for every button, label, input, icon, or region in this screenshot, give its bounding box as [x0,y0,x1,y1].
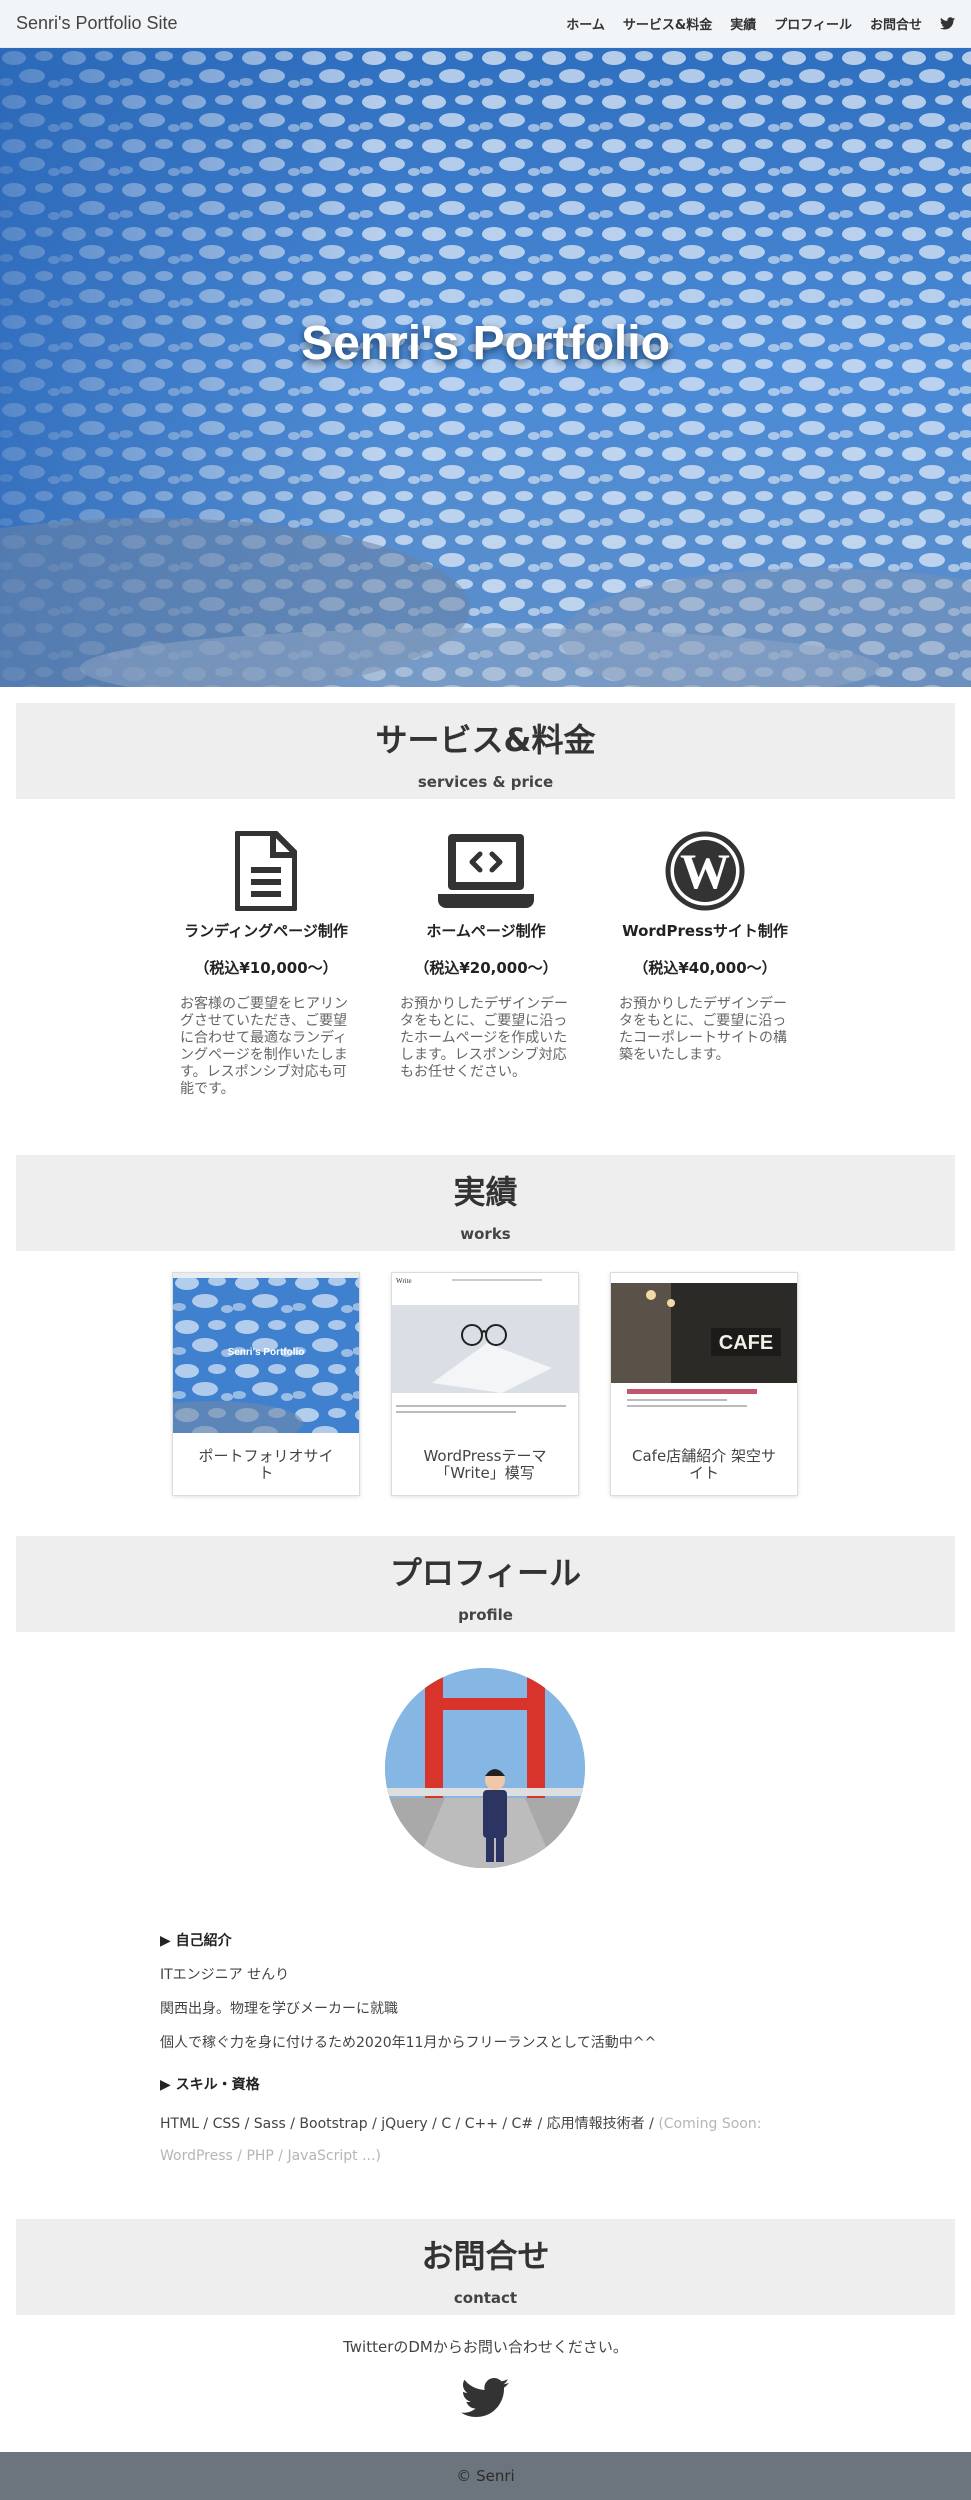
cafe-thumbnail: CAFE [611,1273,797,1433]
service-price: （税込¥20,000〜） [414,959,558,977]
services-title: サービス&料金 [375,721,596,759]
service-description: お客様のご要望をヒアリングさせていただき、ご要望に合わせて最適なランディングペー… [180,996,348,1097]
service-landing-page: ランディングページ制作 （税込¥10,000〜） お客様のご要望をヒアリングさせ… [176,826,356,1098]
nav-services[interactable]: サービス&料金 [623,14,712,33]
hero-section: Senri's Portfolio [0,48,971,687]
thumb-text: Write [396,1277,412,1285]
footer: © Senri [0,2452,971,2500]
work-caption: WordPressテーマ「Write」模写 [423,1447,547,1482]
nav-menu: ホーム サービス&料金 実績 プロフィール お問合せ [566,14,955,33]
work-card-cafe[interactable]: CAFE Cafe店舗紹介 架空サイト [610,1272,798,1496]
site-brand[interactable]: Senri's Portfolio Site [16,13,178,34]
nav-works[interactable]: 実績 [730,14,756,33]
contact-header: お問合せ contact [16,2219,955,2315]
self-intro-section: ▶ 自己紹介 ITエンジニア せんり 関西出身。物理を学びメーカーに就職 個人で… [160,1930,820,2052]
work-caption: Cafe店舗紹介 架空サイト [632,1447,776,1482]
works-subtitle: works [460,1225,511,1243]
avatar [385,1668,585,1868]
skills-list: HTML / CSS / Sass / Bootstrap / jQuery /… [160,2116,659,2132]
service-name: ホームページ制作 [426,922,546,940]
services-header: サービス&料金 services & price [16,703,955,799]
profile-subtitle: profile [458,1606,513,1624]
portfolio-thumbnail: Senri's Portfolio [173,1273,359,1433]
hero-title: Senri's Portfolio [301,317,670,370]
thumb-text: CAFE [719,1332,773,1354]
service-name: WordPressサイト制作 [622,922,788,940]
laptop-code-icon [438,834,534,908]
nav-contact[interactable]: お問合せ [870,14,922,33]
write-theme-thumbnail: Write [392,1273,578,1433]
contact-text: TwitterのDMからお問い合わせください。 [343,2338,628,2356]
works-header: 実績 works [16,1155,955,1251]
service-description: お預かりしたデザインデータをもとに、ご要望に沿ったホームページを作成いたします。… [400,996,568,1080]
service-price: （税込¥40,000〜） [633,959,777,977]
thumb-text: Senri's Portfolio [228,1347,305,1358]
service-wordpress: W WordPressサイト制作 （税込¥40,000〜） お預かりしたデザイン… [615,826,795,1064]
profile-photo [385,1668,585,1868]
services-subtitle: services & price [417,773,554,791]
work-card-portfolio[interactable]: Senri's Portfolio ポートフォリオサイト [172,1272,360,1496]
service-price: （税込¥10,000〜） [194,959,338,977]
skills-heading: ▶ スキル・資格 [160,2077,260,2093]
contact-title: お問合せ [421,2237,550,2275]
footer-copyright: © Senri [456,2467,515,2485]
service-description: お預かりしたデザインデータをもとに、ご要望に沿ったコーポレートサイトの構築をいた… [619,996,787,1063]
twitter-icon[interactable] [940,17,955,30]
contact-subtitle: contact [453,2289,518,2307]
nav-home[interactable]: ホーム [566,14,605,33]
works-title: 実績 [453,1173,518,1211]
svg-text:W: W [680,843,730,899]
work-card-write-theme[interactable]: Write WordPressテーマ「Write」模写 [391,1272,579,1496]
self-intro-line: ITエンジニア せんり [160,1967,290,1983]
self-intro-line: 関西出身。物理を学びメーカーに就職 [160,2001,398,2017]
service-name: ランディングページ制作 [184,922,348,940]
profile-header: プロフィール profile [16,1536,955,1632]
work-caption: ポートフォリオサイト [198,1447,334,1482]
nav-profile[interactable]: プロフィール [774,14,852,33]
profile-title: プロフィール [389,1554,582,1592]
skills-section: ▶ スキル・資格 HTML / CSS / Sass / Bootstrap /… [160,2074,820,2172]
document-icon [235,831,297,911]
twitter-icon[interactable] [461,2374,509,2422]
service-homepage: ホームページ制作 （税込¥20,000〜） お預かりしたデザインデータをもとに、… [396,826,576,1081]
self-intro-heading: ▶ 自己紹介 [160,1933,232,1949]
self-intro-line: 個人で稼ぐ力を身に付けるため2020年11月からフリーランスとして活動中^^ [160,2035,657,2051]
navbar: Senri's Portfolio Site ホーム サービス&料金 実績 プロ… [0,0,971,48]
wordpress-icon: W [665,831,745,911]
